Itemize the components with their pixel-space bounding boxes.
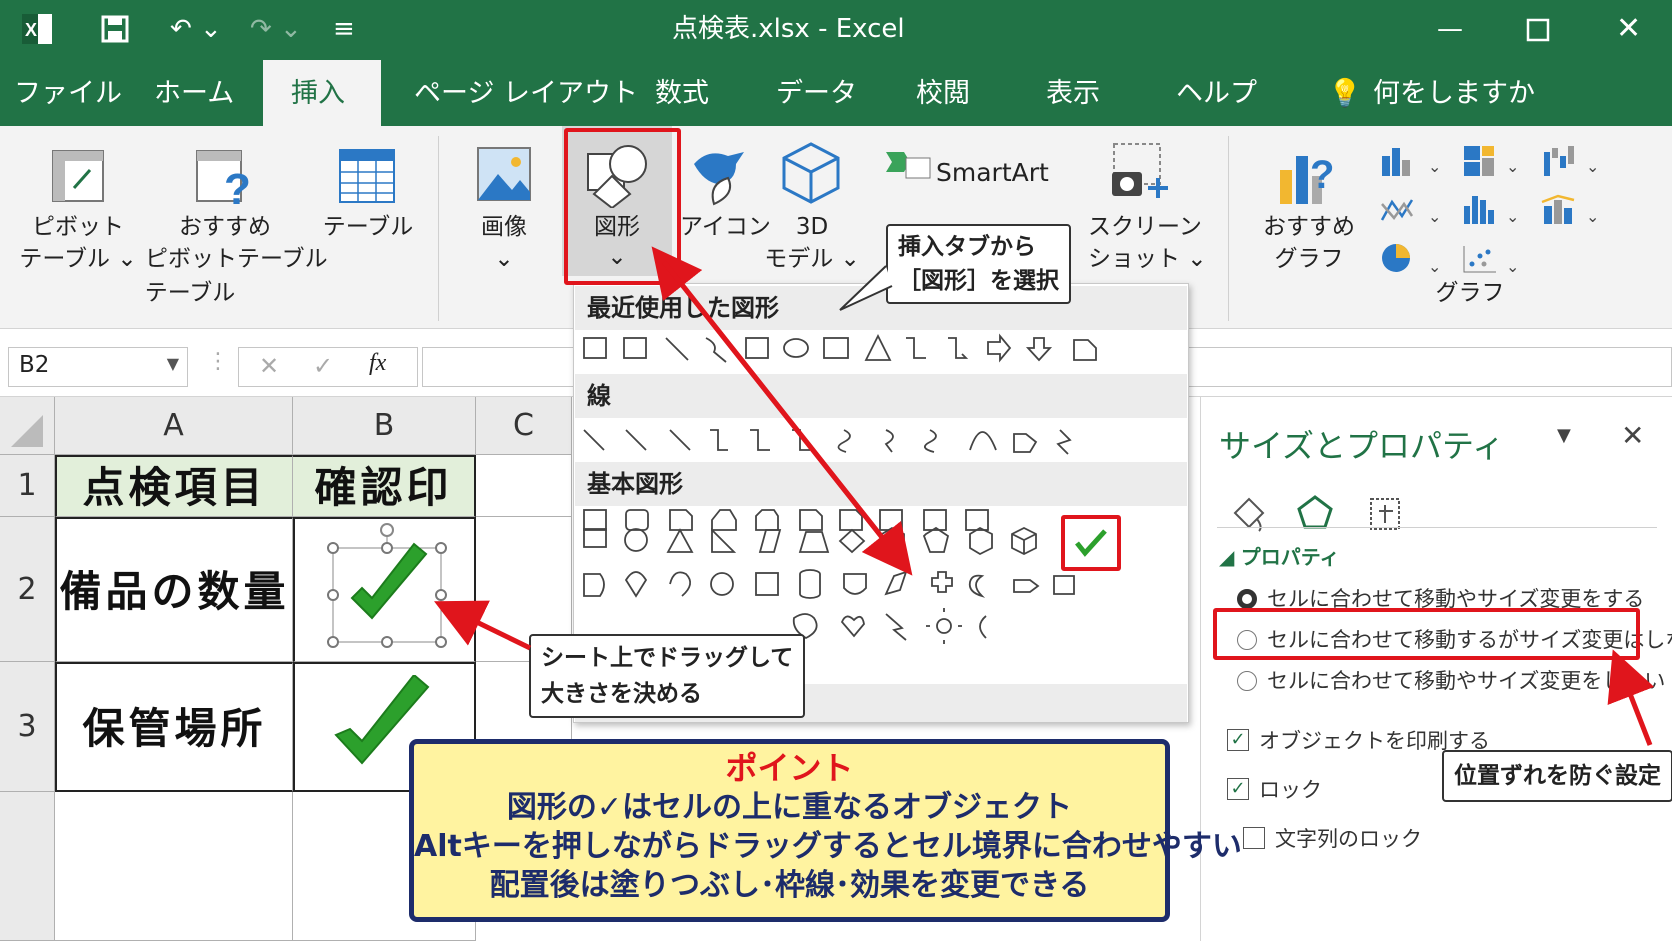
minimize-icon[interactable]: — xyxy=(1437,12,1463,46)
pivot-table-icon xyxy=(52,150,104,202)
svg-text:⌄: ⌄ xyxy=(1506,257,1519,276)
close-icon[interactable]: ✕ xyxy=(1616,12,1641,46)
waterfall-chart-icon xyxy=(1544,146,1574,176)
line-chart-icon xyxy=(1380,199,1414,221)
chart-type-gallery[interactable]: ⌄ ⌄ ⌄ ⌄ ⌄ ⌄ ⌄ ⌄ xyxy=(1380,142,1620,282)
bird-leaf-icon xyxy=(694,152,744,206)
row-header-2[interactable]: 2 xyxy=(0,517,55,662)
svg-text:⌄: ⌄ xyxy=(1428,257,1441,276)
pane-title: サイズとプロパティ xyxy=(1219,427,1505,465)
tell-me-search[interactable]: 何をしますか xyxy=(1373,74,1535,114)
name-box[interactable]: B2 ▼ xyxy=(8,347,188,387)
maximize-icon[interactable] xyxy=(1526,18,1550,42)
point-heading: ポイント xyxy=(725,749,854,787)
recommended-chart-icon: ? xyxy=(1280,153,1334,204)
size-properties-pane: サイズとプロパティ ▼ ✕ ◢ プロパティ セルに合わせて移動やサイズ変更をする… xyxy=(1200,397,1672,941)
checkmark-shape-selected[interactable] xyxy=(320,508,450,648)
combo-chart-icon xyxy=(1541,194,1575,224)
properties-section[interactable]: ◢ プロパティ xyxy=(1219,541,1340,570)
excel-logo-icon: X xyxy=(22,14,52,44)
smartart-icon xyxy=(886,152,931,179)
svg-text:X: X xyxy=(25,20,37,40)
tab-file[interactable]: ファイル xyxy=(14,74,122,114)
shape-checkmark-highlight[interactable] xyxy=(1061,515,1121,571)
tab-page-layout[interactable]: ページ レイアウト xyxy=(414,74,638,114)
hierarchy-chart-icon xyxy=(1464,146,1494,176)
cell-a2[interactable]: 備品の数量 xyxy=(55,517,293,662)
callout-drag: シート上でドラッグして 大きさを決める xyxy=(529,634,806,718)
image-icon xyxy=(477,147,531,201)
svg-text:⌄: ⌄ xyxy=(1586,157,1599,176)
separator xyxy=(438,136,439,321)
tab-formulas[interactable]: 数式 xyxy=(655,74,709,114)
callout-position: 位置ずれを防ぐ設定 xyxy=(1442,750,1672,802)
svg-text:⌄: ⌄ xyxy=(1428,157,1441,176)
svg-text:⌄: ⌄ xyxy=(1506,157,1519,176)
undo-icon[interactable]: ↶ ⌄ xyxy=(170,12,222,46)
svg-text:⌄: ⌄ xyxy=(1428,207,1441,226)
callout-insert-tab: 挿入タブから ［図形］を選択 xyxy=(886,224,1071,304)
tab-view[interactable]: 表示 xyxy=(1046,74,1100,114)
point-line-2: Altキーを押しながらドラッグするとセル境界に合わせやすい xyxy=(414,829,1242,864)
ribbon-tabs: ファイル ホーム ページ レイアウト 数式 データ 校閲 表示 ヘルプ 💡 何を… xyxy=(0,60,1672,126)
tab-review[interactable]: 校閲 xyxy=(916,74,970,114)
cube-icon xyxy=(782,142,840,204)
point-note: ポイント 図形の✓はセルの上に重なるオブジェクト Altキーを押しながらドラッグ… xyxy=(409,739,1242,922)
scatter-chart-icon xyxy=(1463,246,1496,273)
svg-text:⌄: ⌄ xyxy=(1506,207,1519,226)
cell-a1[interactable]: 点検項目 xyxy=(55,455,293,517)
redo-icon[interactable]: ↷ ⌄ xyxy=(250,12,302,46)
select-all[interactable] xyxy=(0,397,55,455)
point-line-3: 配置後は塗りつぶし･枠線･効果を変更できる xyxy=(489,868,1090,903)
row-header-3[interactable]: 3 xyxy=(0,662,55,792)
row-header-1[interactable]: 1 xyxy=(0,455,55,517)
title-bar: X ↶ ⌄ ↷ ⌄ ≡ 点検表.xlsx - Excel — ✕ xyxy=(0,0,1672,60)
customize-qat-icon[interactable]: ≡ xyxy=(333,12,355,46)
svg-text:?: ? xyxy=(1310,153,1334,197)
column-header-a[interactable]: A xyxy=(55,397,293,455)
enter-icon[interactable]: ✓ xyxy=(313,352,333,380)
column-header-c[interactable]: C xyxy=(476,397,572,455)
cell-a3[interactable]: 保管場所 xyxy=(55,662,293,792)
radio-highlight xyxy=(1213,608,1640,660)
shapes-button-highlight xyxy=(564,128,681,285)
group-table-label: テーブル xyxy=(144,280,236,306)
tab-data[interactable]: データ xyxy=(776,74,857,114)
size-properties-icon[interactable] xyxy=(1365,491,1405,535)
callout-tail xyxy=(839,265,893,311)
recommended-pivot-icon: ? xyxy=(196,150,251,208)
pie-chart-icon xyxy=(1382,244,1410,272)
cancel-icon[interactable]: ✕ xyxy=(259,352,279,380)
pane-options-icon[interactable]: ▼ xyxy=(1557,425,1571,446)
column-header-b[interactable]: B xyxy=(293,397,476,455)
save-icon[interactable] xyxy=(100,14,130,44)
screenshot-icon xyxy=(1112,143,1168,198)
group-chart-label: グラフ xyxy=(1435,280,1505,306)
separator xyxy=(1228,136,1229,321)
pane-close-icon[interactable]: ✕ xyxy=(1621,419,1644,452)
column-chart-icon xyxy=(1382,148,1410,176)
insert-function-icon[interactable]: fx xyxy=(369,350,386,377)
svg-text:⌄: ⌄ xyxy=(1586,207,1599,226)
lightbulb-icon: 💡 xyxy=(1328,78,1362,109)
svg-text:?: ? xyxy=(224,165,251,208)
table-icon xyxy=(339,149,395,203)
tab-help[interactable]: ヘルプ xyxy=(1176,74,1257,114)
tab-insert[interactable]: 挿入 xyxy=(263,60,381,128)
tab-home[interactable]: ホーム xyxy=(154,74,234,114)
statistic-chart-icon xyxy=(1464,196,1494,224)
point-line-1: 図形の✓はセルの上に重なるオブジェクト xyxy=(506,790,1073,825)
window-title: 点検表.xlsx - Excel xyxy=(672,14,905,44)
